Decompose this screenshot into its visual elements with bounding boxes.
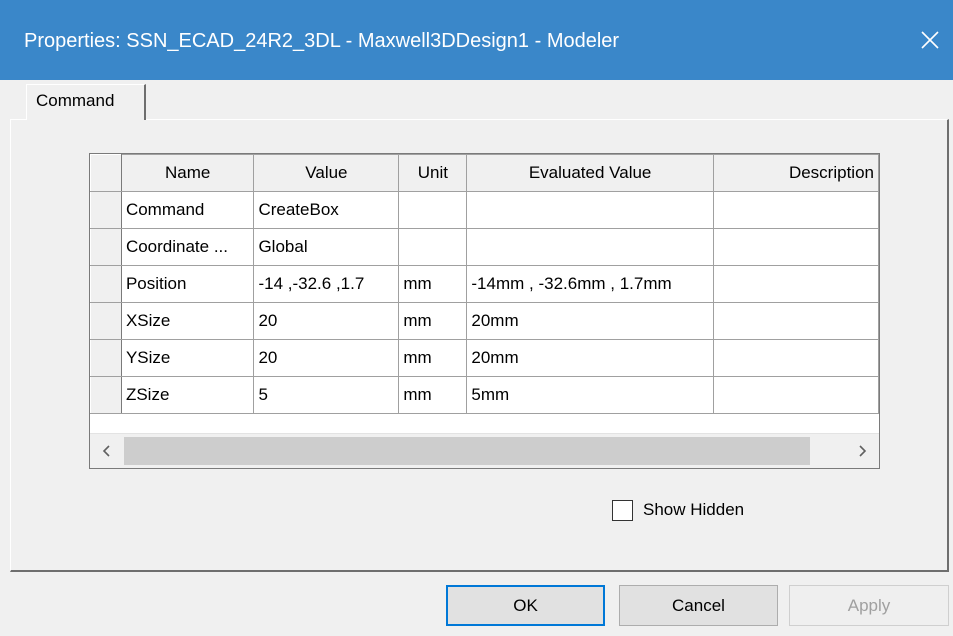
window-title: Properties: SSN_ECAD_24R2_3DL - Maxwell3… — [24, 30, 620, 52]
column-header-unit[interactable]: Unit — [398, 154, 468, 192]
cancel-button[interactable]: Cancel — [619, 585, 778, 626]
scroll-right-button[interactable] — [845, 434, 879, 468]
table-row[interactable]: YSize 20 mm 20mm — [90, 339, 879, 377]
column-header-description[interactable]: Description — [712, 154, 879, 192]
row-header[interactable] — [90, 228, 122, 266]
property-table: Name Value Unit Evaluated Value Descript… — [90, 154, 879, 414]
tab-command[interactable]: Command — [26, 84, 146, 120]
property-grid: Name Value Unit Evaluated Value Descript… — [89, 153, 880, 469]
cell-unit[interactable] — [398, 228, 468, 266]
cell-evaluated-value: 5mm — [466, 376, 714, 414]
row-header[interactable] — [90, 191, 122, 229]
cell-description[interactable] — [712, 191, 879, 229]
cell-name[interactable]: XSize — [120, 302, 255, 340]
table-row[interactable]: XSize 20 mm 20mm — [90, 302, 879, 340]
row-header[interactable] — [90, 302, 122, 340]
cell-unit[interactable]: mm — [398, 265, 468, 303]
show-hidden-label[interactable]: Show Hidden — [643, 500, 744, 520]
cell-name[interactable]: ZSize — [120, 376, 255, 414]
column-header-name[interactable]: Name — [120, 154, 255, 192]
cell-name[interactable]: YSize — [120, 339, 255, 377]
close-icon — [921, 31, 939, 49]
cell-evaluated-value — [466, 228, 714, 266]
tab-command-label: Command — [36, 91, 115, 110]
row-header[interactable] — [90, 376, 122, 414]
scroll-thumb[interactable] — [124, 437, 810, 465]
horizontal-scrollbar[interactable] — [90, 433, 879, 468]
cell-unit[interactable] — [398, 191, 468, 229]
show-hidden-option[interactable]: Show Hidden — [612, 498, 744, 522]
header-row: Name Value Unit Evaluated Value Descript… — [90, 154, 879, 192]
chevron-left-icon — [102, 445, 110, 457]
column-header-evaluated-value[interactable]: Evaluated Value — [466, 154, 714, 192]
cell-value[interactable]: 5 — [253, 376, 400, 414]
column-header-value[interactable]: Value — [253, 154, 400, 192]
chevron-right-icon — [859, 445, 867, 457]
cell-description[interactable] — [712, 376, 879, 414]
cell-description[interactable] — [712, 228, 879, 266]
ok-button[interactable]: OK — [446, 585, 605, 626]
cell-description[interactable] — [712, 265, 879, 303]
table-row[interactable]: Coordinate ... Global — [90, 228, 879, 266]
cell-evaluated-value: 20mm — [466, 302, 714, 340]
row-header[interactable] — [90, 265, 122, 303]
cell-unit[interactable]: mm — [398, 302, 468, 340]
scroll-left-button[interactable] — [90, 434, 124, 468]
table-row[interactable]: ZSize 5 mm 5mm — [90, 376, 879, 414]
apply-button[interactable]: Apply — [789, 585, 949, 626]
cell-evaluated-value: 20mm — [466, 339, 714, 377]
title-bar[interactable]: Properties: SSN_ECAD_24R2_3DL - Maxwell3… — [0, 0, 953, 80]
close-button[interactable] — [907, 18, 953, 62]
show-hidden-checkbox[interactable] — [612, 499, 633, 521]
cell-value[interactable]: Global — [253, 228, 400, 266]
cell-description[interactable] — [712, 302, 879, 340]
cell-evaluated-value: -14mm , -32.6mm , 1.7mm — [466, 265, 714, 303]
cell-value[interactable]: -14 ,-32.6 ,1.7 — [253, 265, 400, 303]
cell-unit[interactable]: mm — [398, 339, 468, 377]
cell-unit[interactable]: mm — [398, 376, 468, 414]
table-row[interactable]: Position -14 ,-32.6 ,1.7 mm -14mm , -32.… — [90, 265, 879, 303]
cell-value[interactable]: 20 — [253, 339, 400, 377]
cell-value[interactable]: CreateBox — [253, 191, 400, 229]
cell-name[interactable]: Position — [120, 265, 255, 303]
cell-name[interactable]: Command — [120, 191, 255, 229]
cell-evaluated-value — [466, 191, 714, 229]
corner-cell — [90, 154, 122, 192]
cell-value[interactable]: 20 — [253, 302, 400, 340]
row-header[interactable] — [90, 339, 122, 377]
table-row[interactable]: Command CreateBox — [90, 191, 879, 229]
cell-description[interactable] — [712, 339, 879, 377]
cell-name[interactable]: Coordinate ... — [120, 228, 255, 266]
